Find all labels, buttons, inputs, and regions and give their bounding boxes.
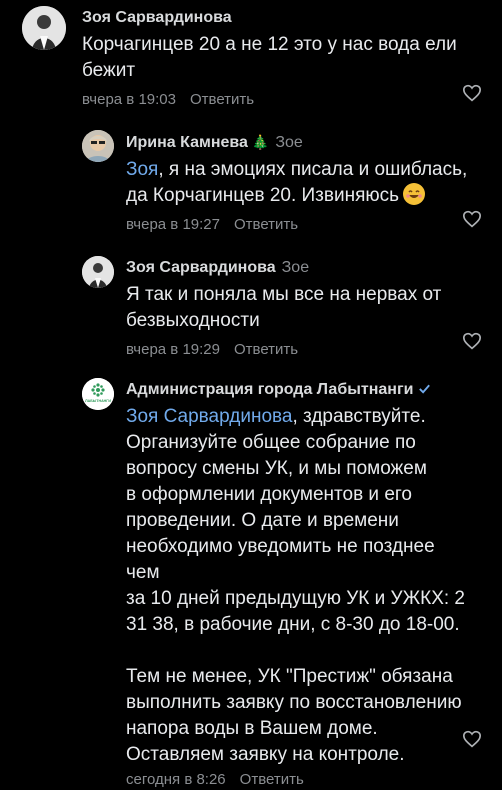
comment-text: Зоя, я на эмоциях писала и ошиблась, да … — [126, 157, 486, 209]
text-line: Тем не менее, УК "Престиж" обязана — [126, 666, 453, 687]
reply-button[interactable]: Ответить — [234, 341, 298, 358]
mention-link[interactable]: Зоя — [126, 159, 158, 180]
user-photo-icon — [82, 256, 114, 288]
text-line: за 10 дней предыдущую УК и УЖКХ: 2 — [126, 588, 466, 609]
comment-time[interactable]: вчера в 19:29 — [126, 341, 220, 358]
comment-body: Ирина Камнева 🎄 Зое Зоя, я на эмоциях писа… — [126, 132, 482, 235]
like-heart-icon[interactable] — [462, 730, 482, 748]
text-line: в оформлении документов и его — [126, 484, 412, 505]
smile-emoji-icon — [403, 183, 426, 205]
comment-author-line: Зоя Сарвардинова Зое — [126, 258, 482, 278]
comment-author[interactable]: Ирина Камнева — [126, 134, 248, 151]
comment-text: Корчагинцев 20 а не 12 это у нас вода ел… — [82, 34, 457, 81]
comment-meta: вчера в 19:27 Ответить — [126, 215, 482, 235]
comment-body: Зоя Сарвардинова Зое Я так и поняла мы вс… — [126, 258, 482, 360]
christmas-tree-icon: 🎄 — [251, 134, 270, 150]
mention-link[interactable]: Зоя Сарвардинова — [126, 406, 292, 427]
text-line: Организуйте общее собрание по — [126, 432, 416, 453]
avatar[interactable]: ЛАБЫТНАНГИ — [82, 378, 114, 410]
reply-button[interactable]: Ответить — [234, 216, 298, 233]
text-line-content: , здравствуйте. — [292, 406, 426, 427]
avatar[interactable] — [82, 256, 114, 288]
comment-author-line: Администрация города Лабытнанги — [126, 380, 482, 400]
like-heart-icon[interactable] — [462, 332, 482, 350]
text-line: необходимо уведомить не позднее чем — [126, 536, 435, 583]
comment-text: Зоя Сарвардинова, здравствуйте. Организу… — [126, 404, 466, 768]
comment-meta: сегодня в 8:26 Ответить — [126, 770, 482, 790]
text-line: проведении. О дате и времени — [126, 510, 399, 531]
comment-body: Зоя Сарвардинова Корчагинцев 20 а не 12 … — [82, 8, 482, 110]
comment-reply: ЛАБЫТНАНГИ Администрация города Лабытнан… — [0, 370, 502, 788]
reply-to-name[interactable]: Зое — [282, 259, 309, 276]
avatar[interactable] — [22, 6, 66, 50]
comment-text: Я так и поняла мы все на нервах от безвы… — [126, 284, 442, 331]
comment-body: Администрация города Лабытнанги Зоя Сарв… — [126, 380, 482, 790]
comment-author-line: Ирина Камнева 🎄 Зое — [126, 132, 482, 153]
comment-meta: вчера в 19:03 Ответить — [82, 90, 482, 110]
text-line: вопросу смены УК, и мы поможем — [126, 458, 427, 479]
city-logo-icon — [82, 378, 114, 410]
text-line: Зоя Сарвардинова, здравствуйте. — [126, 404, 466, 430]
verified-badge-icon — [419, 384, 431, 394]
text-line: 31 38, в рабочие дни, с 8-30 до 18-00. — [126, 614, 460, 635]
comment-time[interactable]: вчера в 19:03 — [82, 91, 176, 108]
comment-meta: вчера в 19:29 Ответить — [126, 340, 482, 360]
text-line: выполнить заявку по восстановлению — [126, 692, 462, 713]
comment-reply: Ирина Камнева 🎄 Зое Зоя, я на эмоциях писа… — [0, 120, 502, 250]
user-photo-icon — [22, 6, 66, 50]
comment-author[interactable]: Зоя Сарвардинова — [82, 8, 482, 28]
comment-author[interactable]: Администрация города Лабытнанги — [126, 381, 413, 398]
comment: Зоя Сарвардинова Корчагинцев 20 а не 12 … — [0, 0, 502, 120]
like-heart-icon[interactable] — [462, 84, 482, 102]
user-photo-icon — [82, 130, 114, 162]
text-line: Оставляем заявку на контроле. — [126, 744, 405, 765]
avatar[interactable] — [82, 130, 114, 162]
comment-author[interactable]: Зоя Сарвардинова — [126, 259, 276, 276]
reply-to-name[interactable]: Зое — [275, 134, 302, 151]
like-heart-icon[interactable] — [462, 210, 482, 228]
text-line — [126, 638, 466, 664]
text-line: напора воды в Вашем доме. — [126, 718, 378, 739]
comment-time[interactable]: сегодня в 8:26 — [126, 771, 226, 788]
reply-button[interactable]: Ответить — [240, 771, 304, 788]
city-logo-text: ЛАБЫТНАНГИ — [85, 399, 111, 403]
reply-button[interactable]: Ответить — [190, 91, 254, 108]
comment-time[interactable]: вчера в 19:27 — [126, 216, 220, 233]
comment-reply: Зоя Сарвардинова Зое Я так и поняла мы вс… — [0, 250, 502, 370]
